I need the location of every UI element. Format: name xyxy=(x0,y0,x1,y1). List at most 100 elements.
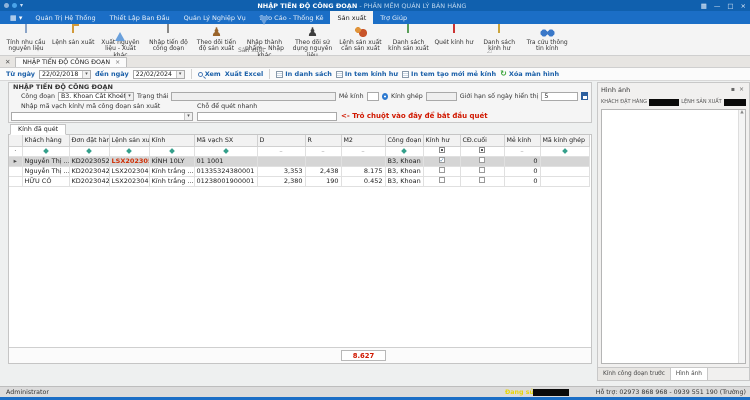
filter-cell[interactable] xyxy=(22,146,69,156)
filter-cell[interactable] xyxy=(540,146,589,156)
table-row[interactable]: HỮU CÓ KD20230424-0... LSX20230424-0... … xyxy=(9,176,589,186)
cell-cong-doan[interactable]: B3, Khoan ... xyxy=(385,176,423,186)
checkbox[interactable] xyxy=(439,177,445,183)
from-date-input[interactable]: 22/02/2018▾ xyxy=(39,70,91,79)
cell-kinh[interactable]: KÍNH 10LY xyxy=(149,156,194,166)
cell-r[interactable] xyxy=(305,156,341,166)
btn-danh-sach-kinh-san-xuat[interactable]: Danh sách kính sản xuất xyxy=(384,25,432,54)
cell-ma-vach[interactable]: 01335324380001 xyxy=(194,166,257,176)
print-list-button[interactable]: In danh sách xyxy=(276,70,332,78)
close-button[interactable]: × xyxy=(741,2,746,10)
quick-scan-input[interactable] xyxy=(197,112,337,121)
btn-lenh-san-xuat-can-san-xuat[interactable]: Lệnh sản xuất cần sản xuất xyxy=(336,25,384,54)
cell-kinh[interactable]: Kính trắng ... xyxy=(149,166,194,176)
close-icon[interactable]: × xyxy=(737,86,746,93)
cell-d[interactable]: 2,380 xyxy=(257,176,305,186)
table-row[interactable]: Nguyễn Thị ... KD20230427-0... LSX202304… xyxy=(9,166,589,176)
cell-lenh-san-xuat-highlighted[interactable]: LSX2023052... xyxy=(109,156,149,166)
stage-combo[interactable]: B3. Khoan Cắt Khoét Lỗ▾ xyxy=(58,92,134,101)
save-icon[interactable] xyxy=(581,92,588,100)
btn-lenh-san-xuat[interactable]: Lệnh sản xuất xyxy=(50,25,96,47)
to-date-input[interactable]: 22/02/2024▾ xyxy=(133,70,185,79)
btn-tinh-nhu-cau-nguyen-lieu[interactable]: Tính nhu cầu nguyên liệu xyxy=(2,25,50,54)
tab-tro-giup[interactable]: Trợ Giúp xyxy=(373,11,414,24)
clear-screen-button[interactable]: ↻Xóa màn hình xyxy=(500,70,559,78)
cell-ma-kinh-ghep[interactable] xyxy=(540,166,589,176)
cell-don-dat-hang[interactable]: KD20230424-0... xyxy=(69,176,109,186)
cell-lenh-san-xuat[interactable]: LSX20230424-0... xyxy=(109,176,149,186)
app-menu-button[interactable]: ▦ ▾ xyxy=(4,11,28,24)
col-ma-vach-sx[interactable]: Mã vạch SX xyxy=(194,135,257,146)
cell-ma-vach[interactable]: 01 1001 xyxy=(194,156,257,166)
cell-khach-hang[interactable]: Nguyễn Thị ... xyxy=(22,166,69,176)
cell-cd-cuoi[interactable] xyxy=(460,166,504,176)
batch-lookup-icon[interactable] xyxy=(382,93,388,100)
batch-field[interactable] xyxy=(367,92,379,101)
tab-quan-ly-nghiep-vu[interactable]: Quản Lý Nghiệp Vụ xyxy=(177,11,253,24)
export-excel-button[interactable]: Xuất Excel xyxy=(225,70,264,78)
btn-tra-cuu-thong-tin-kinh[interactable]: Tra cứu thông tin kính xyxy=(523,25,571,54)
cell-me-kinh[interactable]: 0 xyxy=(504,176,540,186)
chevron-down-icon[interactable]: ▾ xyxy=(82,71,90,78)
cell-me-kinh[interactable]: 0 xyxy=(504,166,540,176)
cell-m2[interactable]: 0.452 xyxy=(341,176,385,186)
filter-cell[interactable]: – xyxy=(341,146,385,156)
filter-cell[interactable] xyxy=(385,146,423,156)
cell-ma-kinh-ghep[interactable] xyxy=(540,156,589,166)
cell-kinh-hu[interactable] xyxy=(423,166,460,176)
cell-ma-vach[interactable]: 01238001900001 xyxy=(194,176,257,186)
col-me-kinh[interactable]: Mẻ kính xyxy=(504,135,540,146)
document-tab-active[interactable]: NHẬP TIẾN ĐỘ CÔNG ĐOẠN × xyxy=(15,57,127,67)
checkbox[interactable] xyxy=(479,157,485,163)
cell-m2[interactable]: 8.175 xyxy=(341,166,385,176)
cell-kinh-hu[interactable] xyxy=(423,156,460,166)
btn-theo-doi-tien-do-san-xuat[interactable]: ♟Theo dõi tiến độ sản xuất xyxy=(192,25,240,54)
cell-d[interactable]: 3,353 xyxy=(257,166,305,176)
tab-quan-tri-he-thong[interactable]: Quản Trị Hệ Thống xyxy=(28,11,102,24)
cell-d[interactable] xyxy=(257,156,305,166)
col-m2[interactable]: M2 xyxy=(341,135,385,146)
chevron-down-icon[interactable]: ▾ xyxy=(125,93,133,100)
cell-kinh-hu[interactable] xyxy=(423,176,460,186)
col-cong-doan[interactable]: Công đoạn xyxy=(385,135,423,146)
pin-icon[interactable]: ▪ xyxy=(729,86,737,93)
checkbox[interactable] xyxy=(439,157,445,163)
cell-cd-cuoi[interactable] xyxy=(460,156,504,166)
cell-r[interactable]: 190 xyxy=(305,176,341,186)
cell-cong-doan[interactable]: B3, Khoan ... xyxy=(385,166,423,176)
tab-hinh-anh[interactable]: Hình ảnh xyxy=(671,368,708,380)
btn-quet-kinh-hu[interactable]: Quét kính hư xyxy=(432,25,475,47)
cell-kinh[interactable]: Kính trắng ... xyxy=(149,176,194,186)
chevron-down-icon[interactable]: ▾ xyxy=(176,71,184,78)
cell-don-dat-hang[interactable]: KD20230522-0... xyxy=(69,156,109,166)
col-kinh[interactable]: Kính xyxy=(149,135,194,146)
table-row[interactable]: ▸ Nguyễn Thị ... KD20230522-0... LSX2023… xyxy=(9,156,589,166)
tab-kinh-da-quet[interactable]: Kính đã quét xyxy=(10,124,66,135)
chevron-down-icon[interactable]: ▾ xyxy=(184,113,192,120)
cell-don-dat-hang[interactable]: KD20230427-0... xyxy=(69,166,109,176)
print-broken-glass-label-button[interactable]: In tem kính hư xyxy=(336,70,398,78)
checkbox[interactable] xyxy=(479,177,485,183)
col-cd-cuoi[interactable]: CĐ.cuối xyxy=(460,135,504,146)
col-kinh-hu[interactable]: Kính hư xyxy=(423,135,460,146)
ribbon-group-dialog-launcher[interactable]: ◿ xyxy=(487,47,492,54)
cell-cong-doan[interactable]: B3, Khoan ... xyxy=(385,156,423,166)
tab-thiet-lap-ban-dau[interactable]: Thiết Lập Ban Đầu xyxy=(103,11,177,24)
filter-cell[interactable] xyxy=(149,146,194,156)
display-days-limit-input[interactable]: 5 xyxy=(541,92,577,101)
cell-lenh-san-xuat[interactable]: LSX20230427-0... xyxy=(109,166,149,176)
quick-access-icon[interactable] xyxy=(12,3,17,8)
cell-cd-cuoi[interactable] xyxy=(460,176,504,186)
minimize-button[interactable]: — xyxy=(714,2,721,10)
col-d[interactable]: D xyxy=(257,135,305,146)
checkbox[interactable] xyxy=(439,167,445,173)
maximize-button[interactable]: □ xyxy=(727,2,733,10)
scrollbar[interactable]: ▲ xyxy=(738,110,745,363)
cell-khach-hang[interactable]: Nguyễn Thị ... xyxy=(22,156,69,166)
close-all-tabs-icon[interactable]: ✕ xyxy=(0,58,15,67)
col-khach-hang[interactable]: Khách hàng xyxy=(22,135,69,146)
view-button[interactable]: Xem xyxy=(198,70,221,78)
filter-cell[interactable] xyxy=(109,146,149,156)
cell-ma-kinh-ghep[interactable] xyxy=(540,176,589,186)
filter-cell[interactable] xyxy=(460,146,504,156)
